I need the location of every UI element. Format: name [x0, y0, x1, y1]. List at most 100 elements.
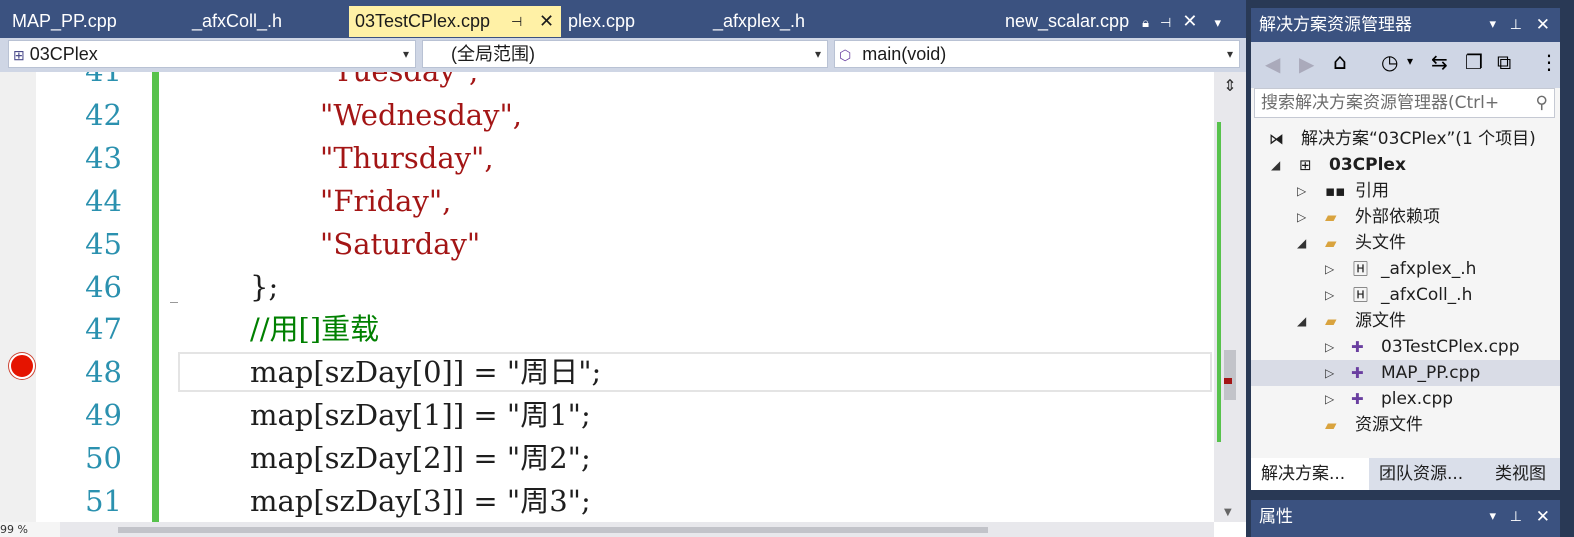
forward-icon[interactable]: ▶: [1299, 52, 1314, 76]
tree-references[interactable]: ▷ ▪▪ 引用: [1295, 178, 1389, 204]
tab-team-explorer[interactable]: 团队资源...: [1377, 458, 1463, 490]
cpp-project-icon: ⊞: [13, 47, 25, 63]
tree-label: 源文件: [1355, 311, 1406, 331]
collapsed-arrow-icon[interactable]: ▷: [1297, 204, 1306, 230]
pin-icon[interactable]: ⊥: [1510, 500, 1522, 534]
horizontal-scrollbar[interactable]: [0, 522, 1214, 537]
chevron-down-icon[interactable]: ▼: [1224, 507, 1232, 518]
dropdown-icon[interactable]: ▾: [1489, 8, 1496, 42]
expanded-arrow-icon[interactable]: ◢: [1271, 152, 1280, 178]
tree-label: _afxColl_.h: [1381, 285, 1473, 305]
pin-icon[interactable]: ⊣: [511, 6, 522, 37]
tab-plex[interactable]: plex.cpp: [568, 6, 635, 37]
code-line[interactable]: "Thursday",: [320, 137, 494, 180]
chevron-down-icon: ▾: [402, 47, 409, 61]
tab-new-scalar[interactable]: new_scalar.cpp 🔒︎ ⊣ ✕ ▾: [1005, 6, 1221, 37]
close-icon[interactable]: ✕: [1536, 8, 1550, 42]
code-line[interactable]: map[szDay[0]] = "周日";: [250, 351, 601, 394]
back-icon[interactable]: ◀: [1265, 52, 1280, 76]
breakpoint-icon[interactable]: [9, 353, 35, 379]
close-icon[interactable]: ✕: [539, 6, 554, 37]
chevron-down-icon: ▾: [1226, 47, 1233, 61]
sync-icon[interactable]: ⇆: [1431, 50, 1448, 74]
tree-plex-cpp[interactable]: ▷ ✚ plex.cpp: [1323, 386, 1453, 412]
line-number: 41: [60, 72, 122, 93]
line-number: 47: [85, 312, 122, 346]
header-file-icon: 🄷: [1353, 260, 1369, 278]
scroll-thumb[interactable]: [118, 527, 988, 533]
method-cube-icon: ⬡: [839, 47, 852, 63]
more-icon[interactable]: ⋮: [1539, 50, 1559, 74]
dropdown-icon[interactable]: ▾: [1214, 15, 1221, 30]
panel-title: 解决方案资源管理器: [1259, 15, 1412, 35]
tree-resource-files[interactable]: ▰ 资源文件: [1295, 412, 1423, 438]
code-line[interactable]: };: [250, 266, 278, 309]
function-combo[interactable]: ⬡ main(void) ▾: [834, 40, 1240, 68]
tab-map-pp[interactable]: MAP_PP.cpp: [12, 6, 117, 37]
split-icon[interactable]: ⇕: [1218, 76, 1242, 98]
code-line-comment[interactable]: //用[]重载: [250, 308, 379, 351]
expanded-arrow-icon[interactable]: ◢: [1297, 308, 1306, 334]
tree-external-deps[interactable]: ▷ ▰ 外部依赖项: [1295, 204, 1440, 230]
collapse-all-icon[interactable]: ❐: [1465, 50, 1483, 74]
tree-03testcplex-cpp[interactable]: ▷ ✚ 03TestCPlex.cpp: [1323, 334, 1520, 360]
close-icon[interactable]: ✕: [1536, 500, 1550, 534]
code-line[interactable]: map[szDay[2]] = "周2";: [250, 437, 591, 480]
code-line[interactable]: "Tuesday",: [320, 72, 478, 93]
expanded-arrow-icon[interactable]: ◢: [1297, 230, 1306, 256]
cpp-file-icon: ✚: [1351, 338, 1364, 356]
tree-header-files[interactable]: ◢ ▰ 头文件: [1295, 230, 1406, 256]
collapsed-arrow-icon[interactable]: ▷: [1325, 360, 1334, 386]
collapsed-arrow-icon[interactable]: ▷: [1325, 386, 1334, 412]
tab-03testcplex[interactable]: 03TestCPlex.cpp ⊣ ✕: [349, 6, 561, 37]
cpp-file-icon: ✚: [1351, 364, 1364, 382]
scroll-thumb[interactable]: [1224, 350, 1236, 400]
tree-label: 引用: [1355, 181, 1389, 201]
close-icon[interactable]: ✕: [1182, 11, 1197, 31]
header-file-icon: 🄷: [1353, 286, 1369, 304]
dropdown-icon[interactable]: ▾: [1489, 500, 1496, 534]
collapsed-arrow-icon[interactable]: ▷: [1325, 256, 1334, 282]
collapsed-arrow-icon[interactable]: ▷: [1325, 334, 1334, 360]
pin-icon[interactable]: ⊥: [1510, 8, 1522, 42]
tab-class-view[interactable]: 类视图: [1495, 458, 1546, 490]
tree-solution[interactable]: ⧒ 解决方案“03CPlex”(1 个项目): [1269, 126, 1536, 152]
pin-icon[interactable]: ⊣: [1160, 15, 1171, 30]
breakpoint-margin[interactable]: [0, 72, 36, 537]
tab-afxplex[interactable]: _afxplex_.h: [713, 6, 805, 37]
search-placeholder: 搜索解决方案资源管理器(Ctrl+: [1261, 93, 1500, 113]
tree-map-pp-cpp[interactable]: ▷ ✚ MAP_PP.cpp: [1251, 360, 1560, 386]
panel-toolbar: ◀ ▶ ⌂ ◷ ▾ ⇆ ❐ ⧉ ⋮: [1251, 42, 1560, 88]
code-line[interactable]: "Wednesday",: [320, 94, 522, 137]
scope-combo[interactable]: (全局范围) ▾: [422, 40, 828, 68]
line-number: 42: [85, 98, 122, 132]
vertical-scrollbar[interactable]: ⇕ ▼: [1214, 72, 1246, 522]
tab-afxcoll[interactable]: _afxColl_.h: [192, 6, 282, 37]
copy-icon[interactable]: ⧉: [1497, 50, 1511, 74]
tab-solution-explorer[interactable]: 解决方案...: [1251, 458, 1369, 490]
history-icon[interactable]: ◷: [1381, 50, 1398, 74]
chevron-down-icon[interactable]: ▾: [1407, 54, 1413, 68]
project-combo[interactable]: ⊞ 03CPlex ▾: [8, 40, 416, 68]
collapse-guide: [170, 302, 178, 303]
search-icon[interactable]: ⚲: [1536, 89, 1548, 117]
tree-project[interactable]: ◢ ⊞ 03CPlex: [1269, 152, 1406, 178]
tree-label: MAP_PP.cpp: [1381, 363, 1481, 383]
collapsed-arrow-icon[interactable]: ▷: [1325, 282, 1334, 308]
code-editor[interactable]: 41 42 43 44 45 46 47 48 49 50 51 "Tuesda…: [0, 72, 1246, 537]
breakpoint-marker: [1224, 378, 1232, 384]
search-input[interactable]: 搜索解决方案资源管理器(Ctrl+ ⚲: [1254, 88, 1555, 118]
tree-afxplex-h[interactable]: ▷ 🄷 _afxplex_.h: [1323, 256, 1476, 282]
tree-afxcoll-h[interactable]: ▷ 🄷 _afxColl_.h: [1323, 282, 1472, 308]
cpp-file-icon: ✚: [1351, 390, 1364, 408]
code-line[interactable]: "Saturday": [320, 223, 480, 266]
code-line[interactable]: map[szDay[3]] = "周3";: [250, 480, 591, 523]
home-icon[interactable]: ⌂: [1333, 50, 1347, 75]
tree-source-files[interactable]: ◢ ▰ 源文件: [1295, 308, 1406, 334]
code-line[interactable]: map[szDay[1]] = "周1";: [250, 394, 591, 437]
code-line[interactable]: "Friday",: [320, 180, 451, 223]
zoom-level[interactable]: 99 %: [0, 522, 60, 537]
collapsed-arrow-icon[interactable]: ▷: [1297, 178, 1306, 204]
line-number: 43: [85, 141, 122, 175]
line-number: 44: [85, 184, 122, 218]
